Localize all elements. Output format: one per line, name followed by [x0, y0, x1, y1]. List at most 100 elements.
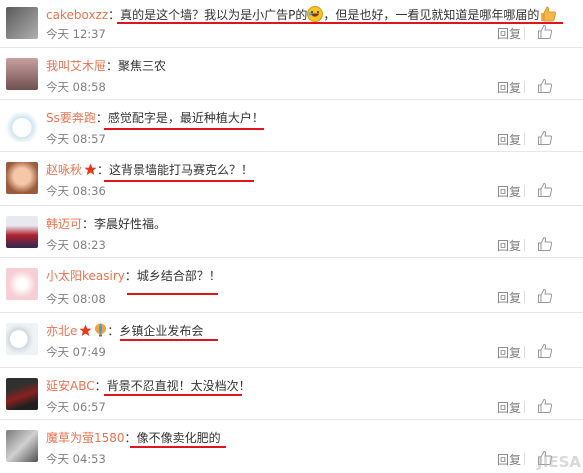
- username-link[interactable]: 魔草为萤1580: [46, 431, 125, 445]
- avatar[interactable]: [6, 268, 38, 300]
- comment-text: 感觉配字是，最近种植大户！: [107, 111, 264, 125]
- highlight-underline: [117, 22, 563, 24]
- highlight-underline: [120, 339, 218, 341]
- comment-text: 真的是这个墙？我以为是小广告P的: [120, 8, 308, 22]
- divider: [524, 291, 525, 303]
- avatar[interactable]: [6, 430, 38, 462]
- username-link[interactable]: 延安ABC: [46, 379, 95, 393]
- colon: ：: [95, 111, 108, 125]
- timestamp: 今天 08:23: [46, 238, 106, 252]
- balloon-badge-icon[interactable]: [94, 323, 107, 337]
- laugh-emoji-icon: [307, 6, 324, 22]
- avatar[interactable]: [6, 216, 38, 248]
- thumbs-up-emoji-icon: [539, 6, 557, 22]
- like-thumb-icon[interactable]: [537, 236, 553, 252]
- comment-item: Ss要奔跑：感觉配字是，最近种植大户！ 今天 08:57 回复: [0, 100, 583, 152]
- username-link[interactable]: 亦北e: [46, 324, 77, 338]
- colon: ：: [97, 163, 110, 177]
- divider: [524, 27, 525, 39]
- watermark: JIESA: [537, 453, 581, 471]
- colon: ：: [124, 431, 137, 445]
- comment-text: 像不像卖化肥的: [136, 431, 221, 445]
- red-star-badge-icon[interactable]: [79, 324, 92, 337]
- reply-button[interactable]: 回复: [497, 131, 521, 148]
- divider: [524, 81, 525, 93]
- comment-line: 韩迈可：李晨好性福。: [46, 216, 166, 232]
- reply-button[interactable]: 回复: [497, 237, 521, 254]
- comment-item: 韩迈可：李晨好性福。 今天 08:23 回复: [0, 206, 583, 258]
- colon: ：: [94, 379, 107, 393]
- highlight-underline: [104, 128, 264, 130]
- timestamp: 今天 08:36: [46, 184, 106, 198]
- comment-text: 乡镇企业发布会: [119, 324, 204, 338]
- highlight-underline: [127, 293, 218, 295]
- comment-line: Ss要奔跑：感觉配字是，最近种植大户！: [46, 110, 264, 126]
- comment-item: 魔草为萤1580：像不像卖化肥的 今天 04:53 回复: [0, 420, 583, 473]
- comment-text: 聚焦三农: [118, 59, 167, 73]
- reply-button[interactable]: 回复: [497, 25, 521, 42]
- like-thumb-icon[interactable]: [537, 288, 553, 304]
- avatar[interactable]: [6, 323, 38, 355]
- comment-text: 李晨好性福。: [94, 217, 167, 231]
- highlight-underline: [130, 446, 226, 448]
- divider: [524, 239, 525, 251]
- comment-line: 赵咏秋 ：这背景墙能打马赛克么？！: [46, 162, 253, 178]
- like-thumb-icon[interactable]: [537, 130, 553, 146]
- divider: [524, 185, 525, 197]
- username-link[interactable]: Ss要奔跑: [46, 111, 96, 125]
- reply-button[interactable]: 回复: [497, 289, 521, 306]
- divider: [524, 133, 525, 145]
- red-star-badge-icon[interactable]: [84, 163, 97, 176]
- timestamp: 今天 07:49: [46, 345, 106, 359]
- avatar[interactable]: [6, 110, 38, 142]
- username-link[interactable]: 赵咏秋: [46, 163, 82, 177]
- reply-button[interactable]: 回复: [497, 183, 521, 200]
- comment-list: cakeboxzz：真的是这个墙？我以为是小广告P的 ，但是也好，一看见就知道是哪…: [0, 0, 583, 473]
- comment-item: 我叫艾木屉：聚焦三农 今天 08:58 回复: [0, 48, 583, 100]
- timestamp: 今天 06:57: [46, 400, 106, 414]
- comment-text: 背景不忍直视！太没档次！: [106, 379, 251, 393]
- avatar[interactable]: [6, 378, 38, 410]
- avatar[interactable]: [6, 58, 38, 90]
- avatar[interactable]: [6, 162, 38, 194]
- comment-line: 我叫艾木屉：聚焦三农: [46, 58, 166, 74]
- like-thumb-icon[interactable]: [537, 398, 553, 414]
- timestamp: 今天 08:08: [46, 292, 106, 306]
- reply-button[interactable]: 回复: [497, 79, 521, 96]
- like-thumb-icon[interactable]: [537, 343, 553, 359]
- timestamp: 今天 08:57: [46, 132, 106, 146]
- comment-item: cakeboxzz：真的是这个墙？我以为是小广告P的 ，但是也好，一看见就知道是哪…: [0, 0, 583, 48]
- comment-line: 魔草为萤1580：像不像卖化肥的: [46, 430, 221, 446]
- username-link[interactable]: cakeboxzz: [46, 8, 108, 22]
- divider: [524, 453, 525, 465]
- highlight-underline: [104, 180, 254, 182]
- divider: [524, 401, 525, 413]
- colon: ：: [106, 59, 119, 73]
- colon: ：: [108, 8, 121, 22]
- colon: ：: [107, 324, 120, 338]
- reply-button[interactable]: 回复: [497, 399, 521, 416]
- comment-line: 亦北e ：乡镇企业发布会: [46, 323, 203, 339]
- like-thumb-icon[interactable]: [537, 24, 553, 40]
- colon: ：: [82, 217, 95, 231]
- comment-text: 城乡结合部？！: [136, 269, 221, 283]
- like-thumb-icon[interactable]: [537, 182, 553, 198]
- reply-button[interactable]: 回复: [497, 451, 521, 468]
- comment-line: 小太阳keasiry：城乡结合部？！: [46, 268, 221, 284]
- comment-line: 延安ABC：背景不忍直视！太没档次！: [46, 378, 251, 394]
- comment-item: 延安ABC：背景不忍直视！太没档次！ 今天 06:57 回复: [0, 368, 583, 420]
- username-link[interactable]: 韩迈可: [46, 217, 82, 231]
- timestamp: 今天 08:58: [46, 80, 106, 94]
- username-link[interactable]: 小太阳keasiry: [46, 269, 125, 283]
- avatar[interactable]: [6, 7, 38, 39]
- reply-button[interactable]: 回复: [497, 344, 521, 361]
- comment-text: 这背景墙能打马赛克么？！: [109, 163, 254, 177]
- colon: ：: [124, 269, 137, 283]
- timestamp: 今天 04:53: [46, 452, 106, 466]
- like-thumb-icon[interactable]: [537, 78, 553, 94]
- username-link[interactable]: 我叫艾木屉: [46, 59, 106, 73]
- timestamp: 今天 12:37: [46, 27, 106, 41]
- highlight-underline: [104, 394, 242, 396]
- divider: [524, 346, 525, 358]
- comment-item: 亦北e ：乡镇企业发布会 今天 07:49 回复: [0, 313, 583, 368]
